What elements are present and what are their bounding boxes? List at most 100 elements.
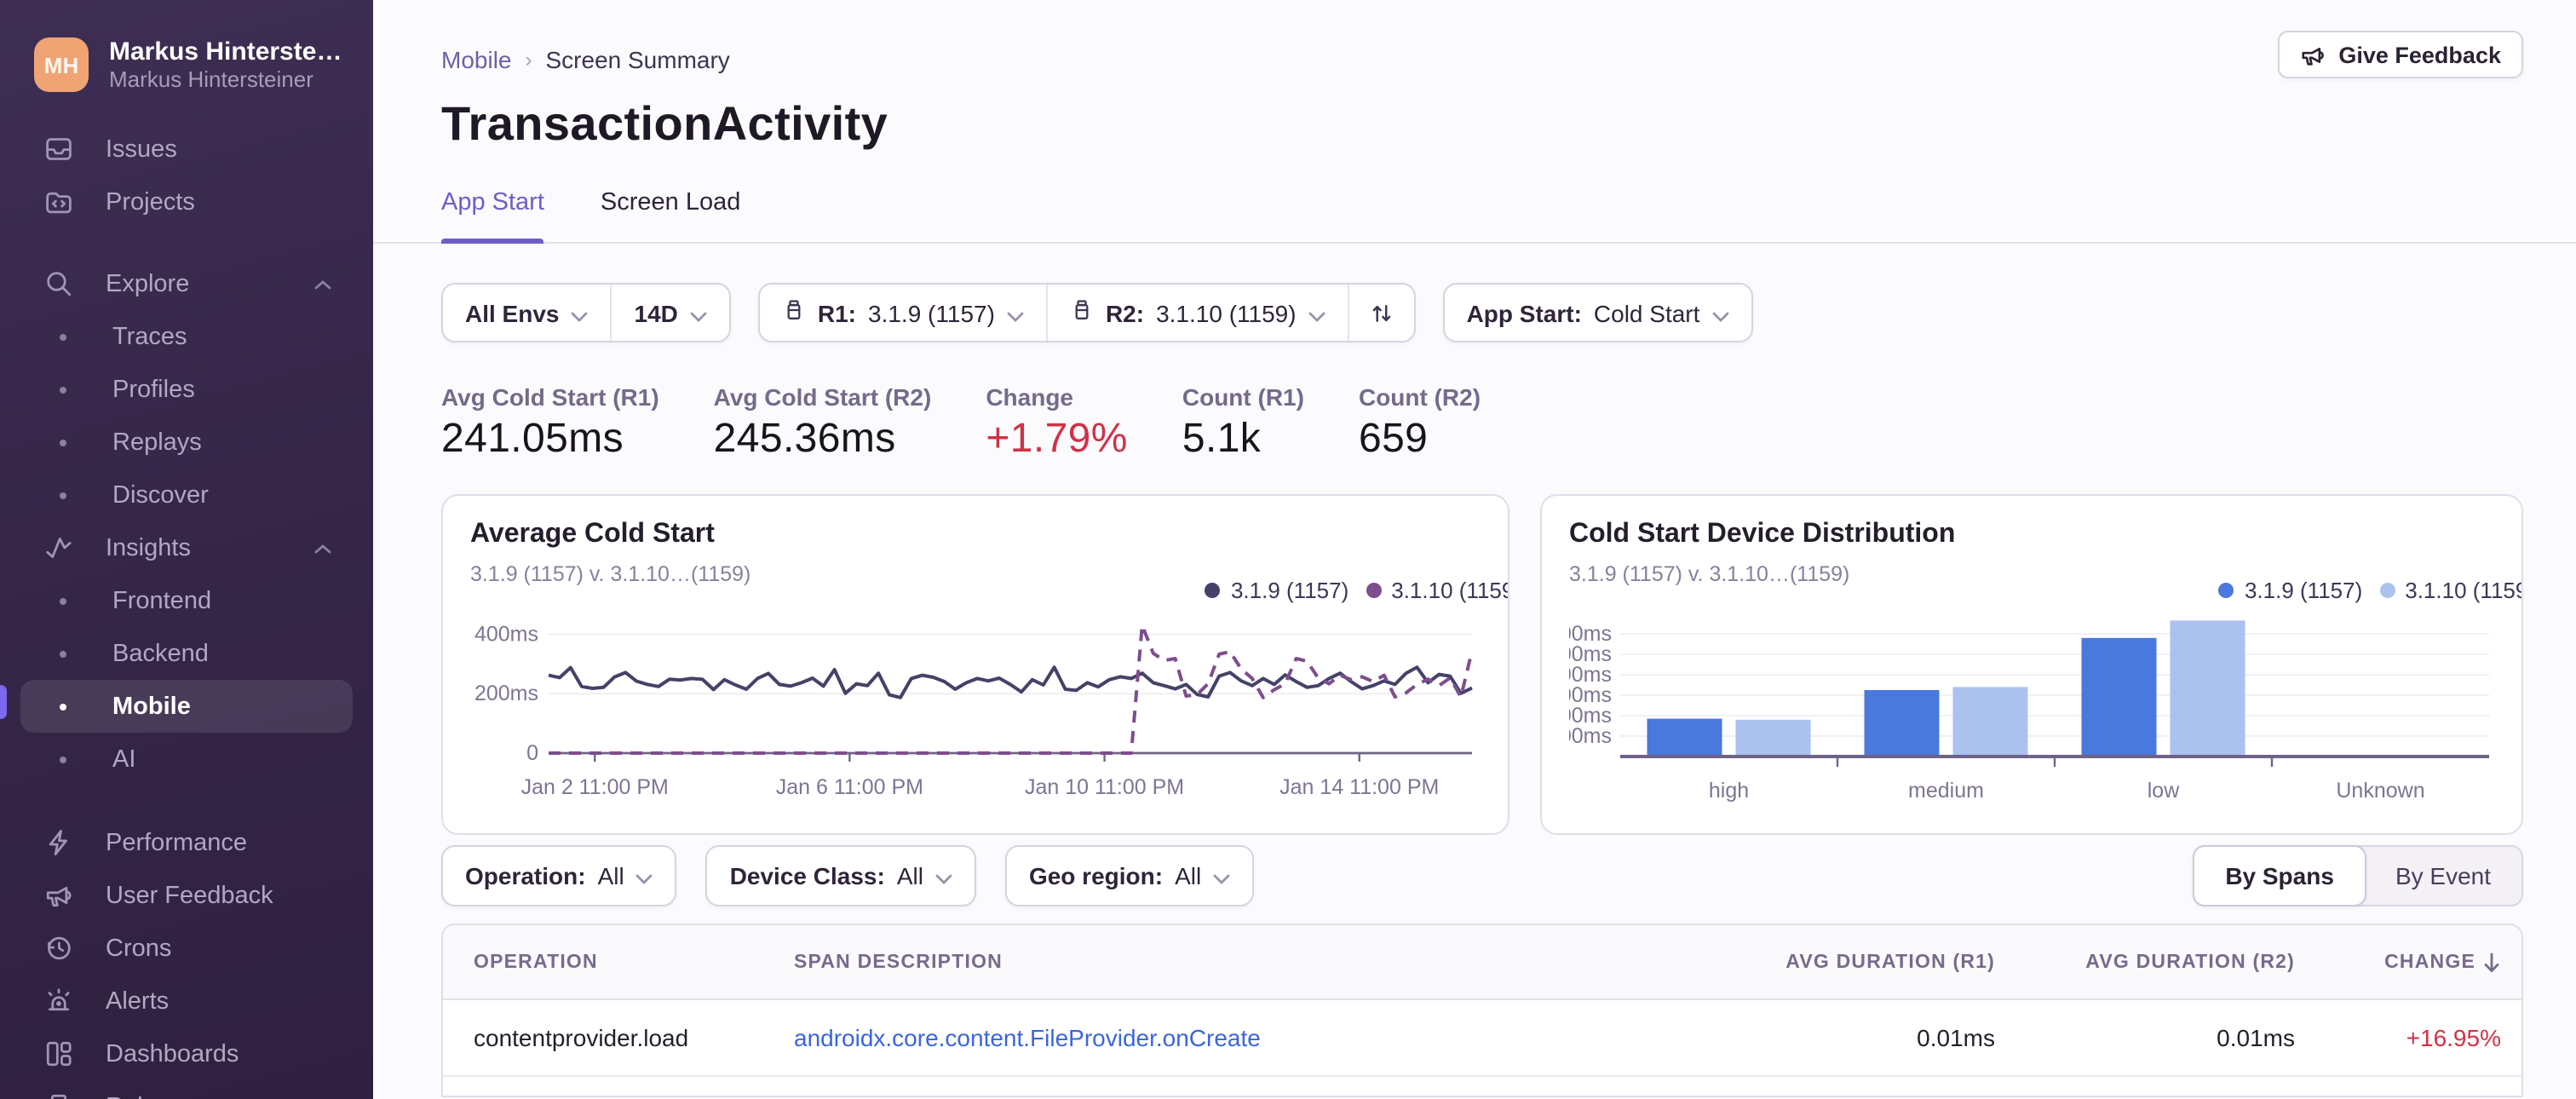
sidebar-item-mobile[interactable]: Mobile <box>20 680 353 733</box>
sidebar-item-backend[interactable]: Backend <box>20 627 353 680</box>
svg-text:300ms: 300ms <box>1569 683 1612 707</box>
breadcrumb: Mobile › Screen Summary <box>373 0 2576 73</box>
span-description-link[interactable]: androidx.core.content.FileProvider.onCre… <box>794 1024 1705 1051</box>
bullet-icon <box>60 439 66 446</box>
operation-cell: contentprovider.load <box>474 1024 689 1051</box>
sidebar-item-crons[interactable]: Crons <box>20 922 353 975</box>
legend-dot <box>2218 583 2234 598</box>
sidebar: MH Markus Hintersteiner Markus Hinterste… <box>0 0 373 1099</box>
chevron-up-icon <box>313 534 332 561</box>
chevron-down-icon <box>935 862 952 889</box>
sidebar-item-projects[interactable]: Projects <box>20 175 353 228</box>
chevron-down-icon <box>1213 862 1230 889</box>
megaphone-icon <box>44 881 82 910</box>
col-change[interactable]: CHANGE <box>2295 952 2501 972</box>
sidebar-item-insights[interactable]: Insights <box>20 521 353 574</box>
breadcrumb-mobile[interactable]: Mobile <box>441 46 512 73</box>
chevron-down-icon <box>636 862 653 889</box>
device-distribution-chart-card: Cold Start Device Distribution 3.1.9 (11… <box>1540 494 2523 835</box>
sidebar-item-frontend[interactable]: Frontend <box>20 574 353 627</box>
app-start-type-select[interactable]: App Start: Cold Start <box>1445 285 1751 341</box>
bullet-icon <box>60 650 66 657</box>
release-package-icon <box>782 298 806 327</box>
stat-avg-cold-start-r1: Avg Cold Start (R1) 241.05ms <box>441 383 659 462</box>
sidebar-item-performance[interactable]: Performance <box>20 816 353 869</box>
device-class-filter[interactable]: Device Class: All <box>705 845 976 906</box>
sidebar-item-explore[interactable]: Explore <box>20 257 353 310</box>
chart-title: Average Cold Start <box>470 520 715 549</box>
toggle-by-spans[interactable]: By Spans <box>2193 845 2366 906</box>
table-row: contentprovider.load androidx.core.conte… <box>443 1000 2521 1075</box>
dashboards-grid-icon <box>44 1039 82 1068</box>
bullet-icon <box>60 703 66 710</box>
legend-dot <box>2379 583 2395 598</box>
insights-icon <box>44 533 82 562</box>
span-filters-row: Operation: All Device Class: All Geo reg… <box>441 845 2523 906</box>
tab-bar: App Start Screen Load <box>373 189 2576 244</box>
breadcrumb-current: Screen Summary <box>545 46 730 73</box>
release-package-icon <box>1070 298 1094 327</box>
svg-text:Jan 2 11:00 PM: Jan 2 11:00 PM <box>521 775 669 799</box>
geo-region-filter[interactable]: Geo region: All <box>1004 845 1255 906</box>
col-span-description[interactable]: SPAN DESCRIPTION <box>794 952 1705 972</box>
sidebar-nav: Issues Projects Explore Traces Profiles … <box>0 123 373 1099</box>
swap-releases-button[interactable] <box>1347 285 1414 341</box>
tab-app-start[interactable]: App Start <box>441 189 545 244</box>
sidebar-item-releases[interactable]: Releases <box>20 1080 353 1099</box>
release-2-select[interactable]: R2: 3.1.10 (1159) <box>1045 285 1348 341</box>
legend-dot <box>1205 583 1221 598</box>
sidebar-item-discover[interactable]: Discover <box>20 469 353 521</box>
spans-table: OPERATION SPAN DESCRIPTION AVG DURATION … <box>441 924 2523 1097</box>
siren-icon <box>44 987 82 1016</box>
col-avg-duration-r2[interactable]: AVG DURATION (R2) <box>1995 952 2295 972</box>
svg-text:200ms: 200ms <box>1569 704 1612 728</box>
svg-text:Jan 14 11:00 PM: Jan 14 11:00 PM <box>1279 775 1439 799</box>
chevron-down-icon <box>1308 299 1325 326</box>
org-switcher[interactable]: MH Markus Hintersteiner Markus Hinterste… <box>0 0 373 92</box>
sidebar-item-alerts[interactable]: Alerts <box>20 975 353 1027</box>
sidebar-item-replays[interactable]: Replays <box>20 416 353 469</box>
sidebar-item-ai[interactable]: AI <box>20 733 353 785</box>
stat-count-r2: Count (R2) 659 <box>1358 383 1481 462</box>
sidebar-item-profiles[interactable]: Profiles <box>20 363 353 416</box>
table-row-partial <box>443 1075 2521 1096</box>
line-chart[interactable]: 0 200ms 400ms Jan 2 11:00 PM Jan 6 11:00 PM J… <box>470 607 1481 816</box>
app-window: MH Markus Hintersteiner Markus Hinterste… <box>0 0 2576 1099</box>
release-compare-group: R1: 3.1.9 (1157) R2: 3.1.10 (1159) <box>757 283 1416 342</box>
sidebar-item-traces[interactable]: Traces <box>20 310 353 363</box>
svg-text:Jan 10 11:00 PM: Jan 10 11:00 PM <box>1025 775 1184 799</box>
svg-text:0: 0 <box>526 741 538 765</box>
bar-chart[interactable]: 100ms200ms300ms400ms500ms600ms high medium… <box>1548 607 2494 816</box>
svg-text:500ms: 500ms <box>1569 642 1612 666</box>
issues-icon <box>44 135 82 164</box>
svg-text:200ms: 200ms <box>474 682 538 705</box>
table-header: OPERATION SPAN DESCRIPTION AVG DURATION … <box>443 925 2521 1000</box>
sidebar-item-user-feedback[interactable]: User Feedback <box>20 869 353 922</box>
col-operation[interactable]: OPERATION <box>474 952 794 972</box>
toggle-by-event[interactable]: By Event <box>2365 847 2521 905</box>
chart-legend: 3.1.9 (1157) 3.1.10 (1159) <box>1205 578 1508 603</box>
date-range-select[interactable]: 14D <box>610 285 729 341</box>
bullet-icon <box>60 597 66 604</box>
chevron-up-icon <box>313 270 332 297</box>
give-feedback-button[interactable]: Give Feedback <box>2277 31 2523 78</box>
releases-icon <box>44 1092 82 1099</box>
chevron-down-icon <box>1007 299 1024 326</box>
operation-filter[interactable]: Operation: All <box>441 845 677 906</box>
main-content: Give Feedback Mobile › Screen Summary Tr… <box>373 0 2576 1099</box>
release-1-select[interactable]: R1: 3.1.9 (1157) <box>760 285 1046 341</box>
sort-descending-icon <box>2484 952 2499 971</box>
swap-arrows-icon <box>1372 304 1390 321</box>
chart-title: Cold Start Device Distribution <box>1569 520 1956 549</box>
environment-select[interactable]: All Envs <box>443 285 611 341</box>
sidebar-item-issues[interactable]: Issues <box>20 123 353 175</box>
tab-screen-load[interactable]: Screen Load <box>601 189 740 242</box>
svg-text:high: high <box>1709 779 1749 803</box>
col-avg-duration-r1[interactable]: AVG DURATION (R1) <box>1705 952 1995 972</box>
chart-legend: 3.1.9 (1157) 3.1.10 (1159) <box>2218 578 2521 603</box>
avg-cold-start-chart-card: Average Cold Start 3.1.9 (1157) v. 3.1.1… <box>441 494 1509 835</box>
avg-duration-r1-cell: 0.01ms <box>1917 1024 1995 1051</box>
spans-event-toggle: By Spans By Event <box>2193 845 2523 906</box>
env-date-filter-group: All Envs 14D <box>441 283 731 342</box>
sidebar-item-dashboards[interactable]: Dashboards <box>20 1027 353 1080</box>
